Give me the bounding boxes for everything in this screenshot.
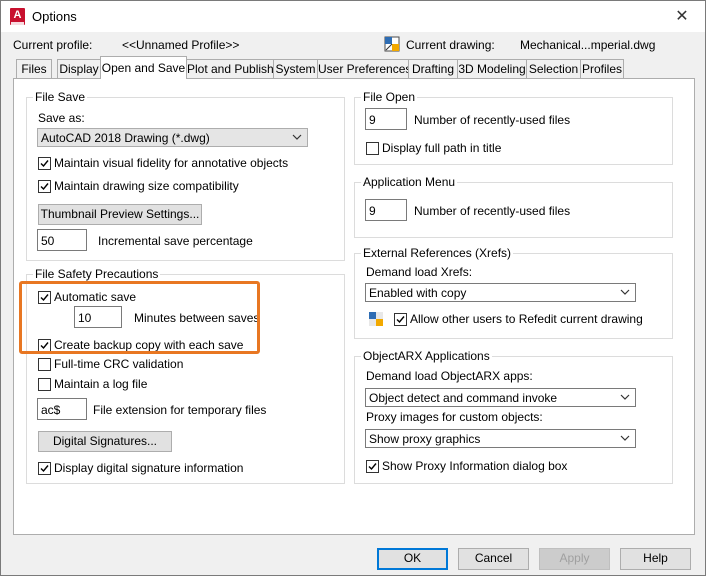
tab-drafting[interactable]: Drafting [408,59,458,79]
tab-profiles[interactable]: Profiles [580,59,624,79]
log-file-checkbox[interactable] [38,378,51,391]
current-profile-label: Current profile: [13,38,93,52]
save-as-label: Save as: [38,111,85,125]
display-signature-checkbox[interactable] [38,462,51,475]
help-button[interactable]: Help [620,548,691,570]
chevron-down-icon [620,435,630,441]
tab-plot-and-publish[interactable]: Plot and Publish [186,59,274,79]
tab-open-and-save[interactable]: Open and Save [100,56,187,79]
display-signature-label: Display digital signature information [54,461,244,475]
tab-user-preferences[interactable]: User Preferences [317,59,411,79]
application-menu-title: Application Menu [361,175,458,189]
xrefs-demand-value: Enabled with copy [369,286,467,300]
tab-3d-modeling[interactable]: 3D Modeling [457,59,527,79]
incremental-save-label: Incremental save percentage [98,234,253,248]
title-bar: A Options ✕ [1,1,705,32]
checkmark-icon [40,160,49,168]
save-as-dropdown[interactable]: AutoCAD 2018 Drawing (*.dwg) [37,128,308,147]
crc-validation-label: Full-time CRC validation [54,357,184,371]
app-icon-letter: A [13,9,22,21]
tab-system[interactable]: System [273,59,318,79]
checkmark-icon [368,463,377,471]
checkmark-icon [396,316,405,324]
save-as-value: AutoCAD 2018 Drawing (*.dwg) [41,131,210,145]
highlight-annotation-box [19,281,260,354]
file-safety-title: File Safety Precautions [33,267,161,281]
refedit-checkbox[interactable] [394,313,407,326]
close-icon[interactable]: ✕ [659,1,705,32]
log-file-label: Maintain a log file [54,377,148,391]
objectarx-demand-dropdown[interactable]: Object detect and command invoke [365,388,636,407]
full-path-checkbox[interactable] [366,142,379,155]
apply-button[interactable]: Apply [539,548,610,570]
objectarx-title: ObjectARX Applications [361,349,492,363]
maintain-size-checkbox[interactable] [38,180,51,193]
checkmark-icon [40,465,49,473]
show-proxy-info-label: Show Proxy Information dialog box [382,459,568,473]
file-open-recent-input[interactable]: 9 [365,108,407,130]
digital-signatures-button[interactable]: Digital Signatures... [38,431,172,452]
cancel-button[interactable]: Cancel [458,548,529,570]
temp-extension-label: File extension for temporary files [93,403,267,417]
file-open-recent-label: Number of recently-used files [414,113,571,127]
app-menu-recent-input[interactable]: 9 [365,199,407,221]
incremental-save-input[interactable]: 50 [37,229,87,251]
app-menu-recent-label: Number of recently-used files [414,204,571,218]
objectarx-demand-value: Object detect and command invoke [369,391,558,405]
tab-display[interactable]: Display [57,59,101,79]
xref-drawing-icon [369,312,383,326]
xrefs-demand-label: Demand load Xrefs: [366,265,473,279]
refedit-label: Allow other users to Refedit current dra… [410,312,643,326]
xrefs-demand-dropdown[interactable]: Enabled with copy [365,283,636,302]
objectarx-demand-label: Demand load ObjectARX apps: [366,369,533,383]
xrefs-title: External References (Xrefs) [361,246,514,260]
checkmark-icon [40,183,49,191]
tab-files[interactable]: Files [16,59,52,79]
current-drawing-value: Mechanical...mperial.dwg [520,38,656,52]
full-path-label: Display full path in title [382,141,502,155]
tab-selection[interactable]: Selection [526,59,581,79]
maintain-fidelity-checkbox[interactable] [38,157,51,170]
thumbnail-preview-settings-button[interactable]: Thumbnail Preview Settings... [38,204,202,225]
file-save-title: File Save [33,90,88,104]
proxy-images-dropdown[interactable]: Show proxy graphics [365,429,636,448]
autocad-app-icon: A [10,8,25,25]
window-title: Options [32,9,77,24]
chevron-down-icon [620,394,630,400]
maintain-size-label: Maintain drawing size compatibility [54,179,239,193]
proxy-images-value: Show proxy graphics [369,432,481,446]
temp-extension-input[interactable]: ac$ [37,398,87,420]
ok-button[interactable]: OK [377,548,448,570]
maintain-fidelity-label: Maintain visual fidelity for annotative … [54,156,289,170]
chevron-down-icon [620,289,630,295]
file-open-title: File Open [361,90,418,104]
crc-validation-checkbox[interactable] [38,358,51,371]
current-drawing-label: Current drawing: [406,38,495,52]
options-dialog: A Options ✕ Current profile: <<Unnamed P… [0,0,706,576]
drawing-file-icon [384,36,400,52]
current-profile-value: <<Unnamed Profile>> [122,38,240,52]
chevron-down-icon [292,134,302,140]
proxy-images-label: Proxy images for custom objects: [366,410,543,424]
show-proxy-info-checkbox[interactable] [366,460,379,473]
